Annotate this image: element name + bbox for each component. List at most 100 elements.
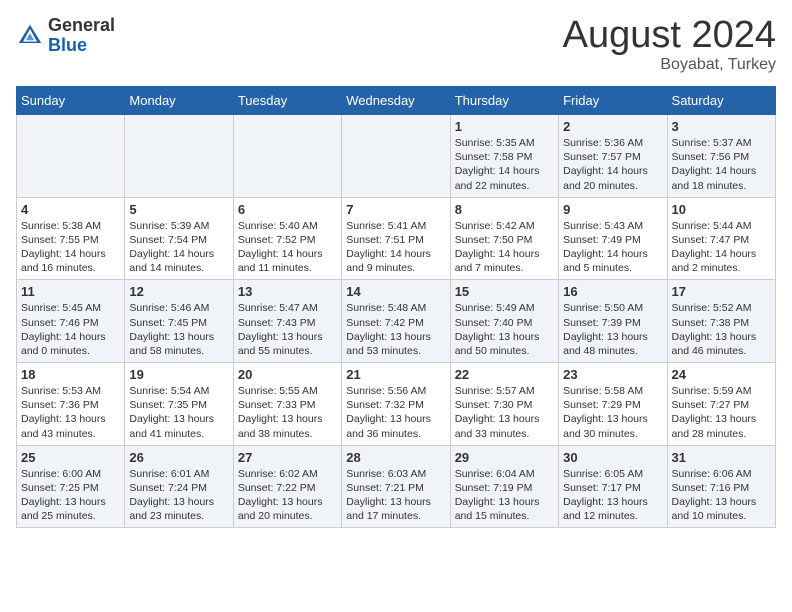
day-info: Sunrise: 6:04 AM Sunset: 7:19 PM Dayligh…	[455, 467, 554, 524]
day-cell: 8Sunrise: 5:42 AM Sunset: 7:50 PM Daylig…	[450, 197, 558, 280]
logo-text: General Blue	[48, 16, 115, 56]
day-info: Sunrise: 5:59 AM Sunset: 7:27 PM Dayligh…	[672, 384, 771, 441]
day-number: 7	[346, 202, 445, 217]
day-info: Sunrise: 6:00 AM Sunset: 7:25 PM Dayligh…	[21, 467, 120, 524]
day-info: Sunrise: 5:53 AM Sunset: 7:36 PM Dayligh…	[21, 384, 120, 441]
day-number: 23	[563, 367, 662, 382]
day-info: Sunrise: 5:50 AM Sunset: 7:39 PM Dayligh…	[563, 301, 662, 358]
day-info: Sunrise: 5:54 AM Sunset: 7:35 PM Dayligh…	[129, 384, 228, 441]
day-number: 28	[346, 450, 445, 465]
day-cell: 10Sunrise: 5:44 AM Sunset: 7:47 PM Dayli…	[667, 197, 775, 280]
day-number: 26	[129, 450, 228, 465]
day-cell	[125, 115, 233, 198]
column-header-thursday: Thursday	[450, 87, 558, 115]
day-info: Sunrise: 5:47 AM Sunset: 7:43 PM Dayligh…	[238, 301, 337, 358]
day-number: 29	[455, 450, 554, 465]
day-info: Sunrise: 5:52 AM Sunset: 7:38 PM Dayligh…	[672, 301, 771, 358]
day-number: 14	[346, 284, 445, 299]
day-cell: 29 Sunrise: 6:04 AM Sunset: 7:19 PM Dayli…	[450, 445, 558, 528]
day-info: Sunrise: 5:39 AM Sunset: 7:54 PM Dayligh…	[129, 219, 228, 276]
day-cell: 3Sunrise: 5:37 AM Sunset: 7:56 PM Daylig…	[667, 115, 775, 198]
day-cell: 19 Sunrise: 5:54 AM Sunset: 7:35 PM Dayli…	[125, 363, 233, 446]
logo: General Blue	[16, 16, 115, 56]
day-cell	[342, 115, 450, 198]
header-row: SundayMondayTuesdayWednesdayThursdayFrid…	[17, 87, 776, 115]
day-number: 27	[238, 450, 337, 465]
day-cell: 9 Sunrise: 5:43 AM Sunset: 7:49 PM Daylig…	[559, 197, 667, 280]
day-cell: 23 Sunrise: 5:58 AM Sunset: 7:29 PM Dayli…	[559, 363, 667, 446]
day-number: 9	[563, 202, 662, 217]
day-info: Sunrise: 5:36 AM Sunset: 7:57 PM Dayligh…	[563, 136, 662, 193]
day-number: 12	[129, 284, 228, 299]
day-info: Sunrise: 5:57 AM Sunset: 7:30 PM Dayligh…	[455, 384, 554, 441]
column-header-tuesday: Tuesday	[233, 87, 341, 115]
day-number: 11	[21, 284, 120, 299]
day-cell: 30Sunrise: 6:05 AM Sunset: 7:17 PM Dayli…	[559, 445, 667, 528]
day-number: 1	[455, 119, 554, 134]
week-row-4: 18Sunrise: 5:53 AM Sunset: 7:36 PM Dayli…	[17, 363, 776, 446]
day-cell: 20 Sunrise: 5:55 AM Sunset: 7:33 PM Dayli…	[233, 363, 341, 446]
day-number: 8	[455, 202, 554, 217]
week-row-2: 4Sunrise: 5:38 AM Sunset: 7:55 PM Daylig…	[17, 197, 776, 280]
day-number: 15	[455, 284, 554, 299]
day-cell: 7 Sunrise: 5:41 AM Sunset: 7:51 PM Daylig…	[342, 197, 450, 280]
day-number: 5	[129, 202, 228, 217]
title-block: August 2024 Boyabat, Turkey	[563, 16, 776, 74]
day-number: 25	[21, 450, 120, 465]
logo-icon	[16, 22, 44, 50]
day-cell: 16 Sunrise: 5:50 AM Sunset: 7:39 PM Dayli…	[559, 280, 667, 363]
day-cell: 13 Sunrise: 5:47 AM Sunset: 7:43 PM Dayli…	[233, 280, 341, 363]
day-cell	[233, 115, 341, 198]
calendar-table: SundayMondayTuesdayWednesdayThursdayFrid…	[16, 86, 776, 528]
day-cell: 25 Sunrise: 6:00 AM Sunset: 7:25 PM Dayli…	[17, 445, 125, 528]
day-info: Sunrise: 5:38 AM Sunset: 7:55 PM Dayligh…	[21, 219, 120, 276]
day-info: Sunrise: 5:35 AM Sunset: 7:58 PM Dayligh…	[455, 136, 554, 193]
day-number: 16	[563, 284, 662, 299]
month-year: August 2024	[563, 16, 776, 54]
column-header-wednesday: Wednesday	[342, 87, 450, 115]
day-info: Sunrise: 5:56 AM Sunset: 7:32 PM Dayligh…	[346, 384, 445, 441]
day-info: Sunrise: 5:37 AM Sunset: 7:56 PM Dayligh…	[672, 136, 771, 193]
day-cell: 22Sunrise: 5:57 AM Sunset: 7:30 PM Dayli…	[450, 363, 558, 446]
day-cell: 6Sunrise: 5:40 AM Sunset: 7:52 PM Daylig…	[233, 197, 341, 280]
day-cell: 31 Sunrise: 6:06 AM Sunset: 7:16 PM Dayli…	[667, 445, 775, 528]
day-number: 13	[238, 284, 337, 299]
week-row-3: 11 Sunrise: 5:45 AM Sunset: 7:46 PM Dayli…	[17, 280, 776, 363]
day-number: 24	[672, 367, 771, 382]
day-info: Sunrise: 5:55 AM Sunset: 7:33 PM Dayligh…	[238, 384, 337, 441]
day-number: 19	[129, 367, 228, 382]
day-number: 10	[672, 202, 771, 217]
day-info: Sunrise: 6:01 AM Sunset: 7:24 PM Dayligh…	[129, 467, 228, 524]
day-info: Sunrise: 5:49 AM Sunset: 7:40 PM Dayligh…	[455, 301, 554, 358]
day-number: 17	[672, 284, 771, 299]
day-cell: 18Sunrise: 5:53 AM Sunset: 7:36 PM Dayli…	[17, 363, 125, 446]
column-header-saturday: Saturday	[667, 87, 775, 115]
day-cell: 12 Sunrise: 5:46 AM Sunset: 7:45 PM Dayli…	[125, 280, 233, 363]
column-header-monday: Monday	[125, 87, 233, 115]
day-cell: 14 Sunrise: 5:48 AM Sunset: 7:42 PM Dayli…	[342, 280, 450, 363]
day-info: Sunrise: 5:48 AM Sunset: 7:42 PM Dayligh…	[346, 301, 445, 358]
day-cell: 4Sunrise: 5:38 AM Sunset: 7:55 PM Daylig…	[17, 197, 125, 280]
day-cell: 15 Sunrise: 5:49 AM Sunset: 7:40 PM Dayli…	[450, 280, 558, 363]
day-number: 20	[238, 367, 337, 382]
column-header-sunday: Sunday	[17, 87, 125, 115]
day-cell: 11 Sunrise: 5:45 AM Sunset: 7:46 PM Dayli…	[17, 280, 125, 363]
day-info: Sunrise: 5:41 AM Sunset: 7:51 PM Dayligh…	[346, 219, 445, 276]
day-cell: 17 Sunrise: 5:52 AM Sunset: 7:38 PM Dayli…	[667, 280, 775, 363]
day-info: Sunrise: 6:06 AM Sunset: 7:16 PM Dayligh…	[672, 467, 771, 524]
week-row-1: 1 Sunrise: 5:35 AM Sunset: 7:58 PM Daylig…	[17, 115, 776, 198]
day-cell: 21Sunrise: 5:56 AM Sunset: 7:32 PM Dayli…	[342, 363, 450, 446]
day-info: Sunrise: 5:46 AM Sunset: 7:45 PM Dayligh…	[129, 301, 228, 358]
day-cell	[17, 115, 125, 198]
day-info: Sunrise: 5:45 AM Sunset: 7:46 PM Dayligh…	[21, 301, 120, 358]
location: Boyabat, Turkey	[563, 56, 776, 74]
week-row-5: 25 Sunrise: 6:00 AM Sunset: 7:25 PM Dayli…	[17, 445, 776, 528]
day-cell: 27Sunrise: 6:02 AM Sunset: 7:22 PM Dayli…	[233, 445, 341, 528]
day-info: Sunrise: 5:43 AM Sunset: 7:49 PM Dayligh…	[563, 219, 662, 276]
day-cell: 1 Sunrise: 5:35 AM Sunset: 7:58 PM Daylig…	[450, 115, 558, 198]
column-header-friday: Friday	[559, 87, 667, 115]
day-number: 31	[672, 450, 771, 465]
day-number: 6	[238, 202, 337, 217]
day-number: 2	[563, 119, 662, 134]
day-info: Sunrise: 5:58 AM Sunset: 7:29 PM Dayligh…	[563, 384, 662, 441]
